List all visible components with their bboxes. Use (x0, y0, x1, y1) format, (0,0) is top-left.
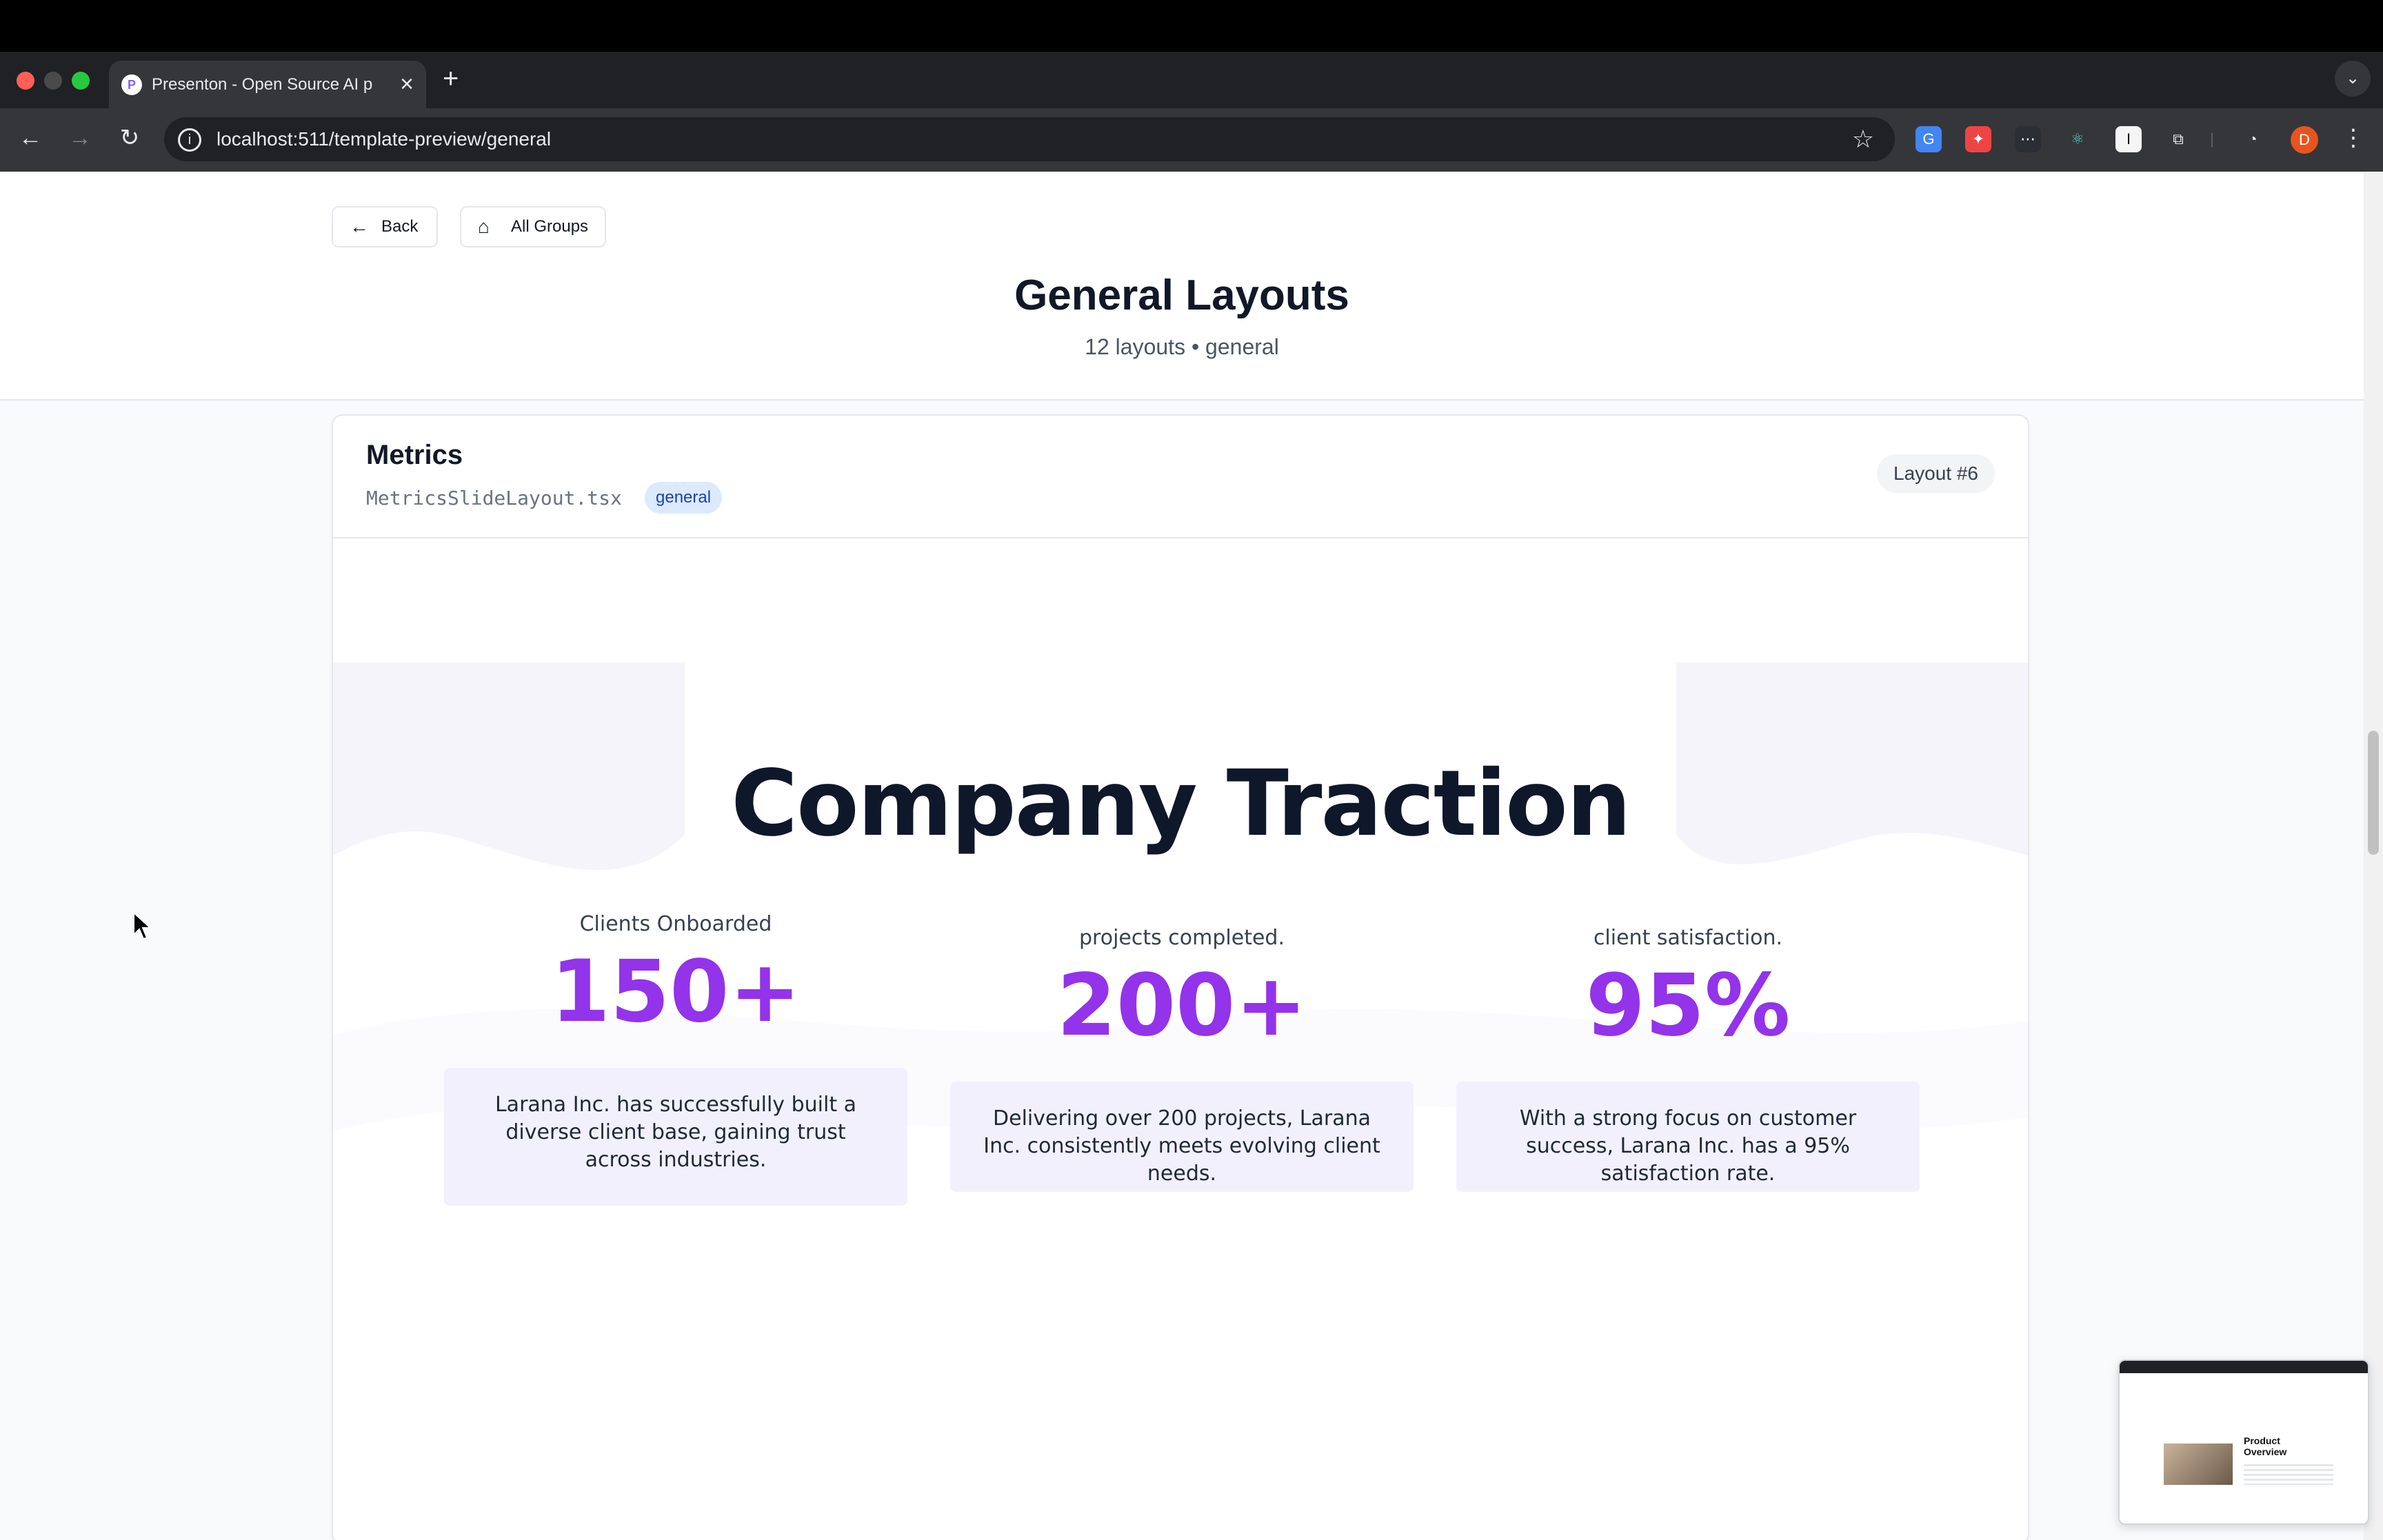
back-arrow-icon[interactable]: ← (15, 123, 46, 153)
page-scrollbar[interactable] (2364, 172, 2383, 1540)
all-groups-button-label: All Groups (511, 217, 589, 236)
address-bar[interactable]: i localhost:511/template-preview/general… (164, 117, 1895, 161)
back-button[interactable]: ← Back (332, 206, 438, 247)
back-button-label: Back (381, 217, 419, 236)
metric-label: client satisfaction. (1593, 926, 1783, 950)
page-scrollbar-thumb[interactable] (2368, 731, 2379, 855)
window-minimize-button[interactable] (44, 72, 62, 90)
slide-title: Company Traction (731, 751, 1631, 857)
metric-value: 95% (1585, 956, 1791, 1055)
tab-title: Presenton - Open Source AI p (152, 75, 373, 94)
pip-text-lines (2244, 1464, 2333, 1485)
rocket-extension-icon[interactable]: ✦ (1965, 126, 1991, 152)
os-menu-bar (0, 0, 2383, 52)
pip-topbar (2120, 1361, 2368, 1373)
layout-card-header: Metrics MetricsSlideLayout.tsx general L… (333, 416, 2028, 538)
reload-icon[interactable]: ↻ (114, 123, 145, 153)
tab-favicon-icon: P (121, 74, 142, 95)
tab-search-chevron-down-icon[interactable]: ⌄ (2335, 61, 2371, 97)
forward-arrow-icon[interactable]: → (65, 123, 95, 153)
layout-filename: MetricsSlideLayout.tsx (366, 487, 622, 509)
pip-heading: Product Overview (2244, 1435, 2287, 1457)
browser-menu-kebab-icon[interactable]: ⋮ (2342, 123, 2365, 153)
window-maximize-button[interactable] (72, 72, 90, 90)
page-subtitle: 12 layouts • general (1085, 334, 1279, 359)
site-info-icon[interactable]: i (178, 128, 201, 152)
tab-close-icon[interactable]: × (400, 70, 414, 98)
metric-value: 200+ (1056, 956, 1307, 1055)
all-groups-button[interactable]: ⌂ All Groups (460, 206, 606, 247)
slide-preview: Company Traction Clients Onboarded 150+ … (333, 538, 2028, 1540)
layout-group-badge: general (645, 482, 723, 514)
mouse-cursor-icon (133, 911, 152, 940)
page-header: ← Back ⌂ All Groups General Layouts 12 l… (0, 172, 2364, 401)
layout-title: Metrics (366, 440, 463, 470)
react-extension-icon[interactable]: ⚛ (2064, 126, 2091, 152)
url-text[interactable]: localhost:511/template-preview/general (217, 127, 551, 152)
pip-image (2164, 1443, 2233, 1485)
translate-extension-icon[interactable]: G (1916, 126, 1942, 152)
home-icon: ⌂ (478, 216, 490, 237)
page-title: General Layouts (1014, 272, 1349, 319)
puzzle-extensions-icon[interactable]: ⧉ (2165, 126, 2191, 152)
metric-label: projects completed. (1079, 926, 1285, 950)
cursor-extension-icon[interactable]: I (2115, 126, 2142, 152)
window-close-button[interactable] (17, 72, 34, 90)
layout-card: Metrics MetricsSlideLayout.tsx general L… (332, 414, 2029, 1540)
dots-extension-icon[interactable]: ⋯ (2015, 126, 2041, 152)
toolbar-separator: | (2210, 130, 2214, 148)
screenshot-thumbnail-preview[interactable]: Product Overview (2118, 1359, 2369, 1525)
bookmark-star-icon[interactable]: ☆ (1852, 124, 1874, 154)
metric-description: Larana Inc. has successfully built a div… (444, 1068, 907, 1206)
profile-avatar[interactable]: D (2291, 126, 2318, 154)
metric-description: With a strong focus on customer success,… (1456, 1082, 1920, 1192)
new-tab-plus-icon[interactable]: + (443, 62, 459, 95)
metric-value: 150+ (550, 942, 801, 1042)
page-viewport: ← Back ⌂ All Groups General Layouts 12 l… (0, 172, 2364, 1540)
arrow-left-icon: ← (350, 216, 369, 237)
performance-icon[interactable]: ◔ (2240, 126, 2266, 152)
metric-description: Delivering over 200 projects, Larana Inc… (950, 1082, 1414, 1192)
layout-number-badge: Layout #6 (1877, 454, 1995, 493)
metric-label: Clients Onboarded (579, 912, 772, 936)
browser-tab-active[interactable]: P Presenton - Open Source AI p × (109, 61, 426, 108)
